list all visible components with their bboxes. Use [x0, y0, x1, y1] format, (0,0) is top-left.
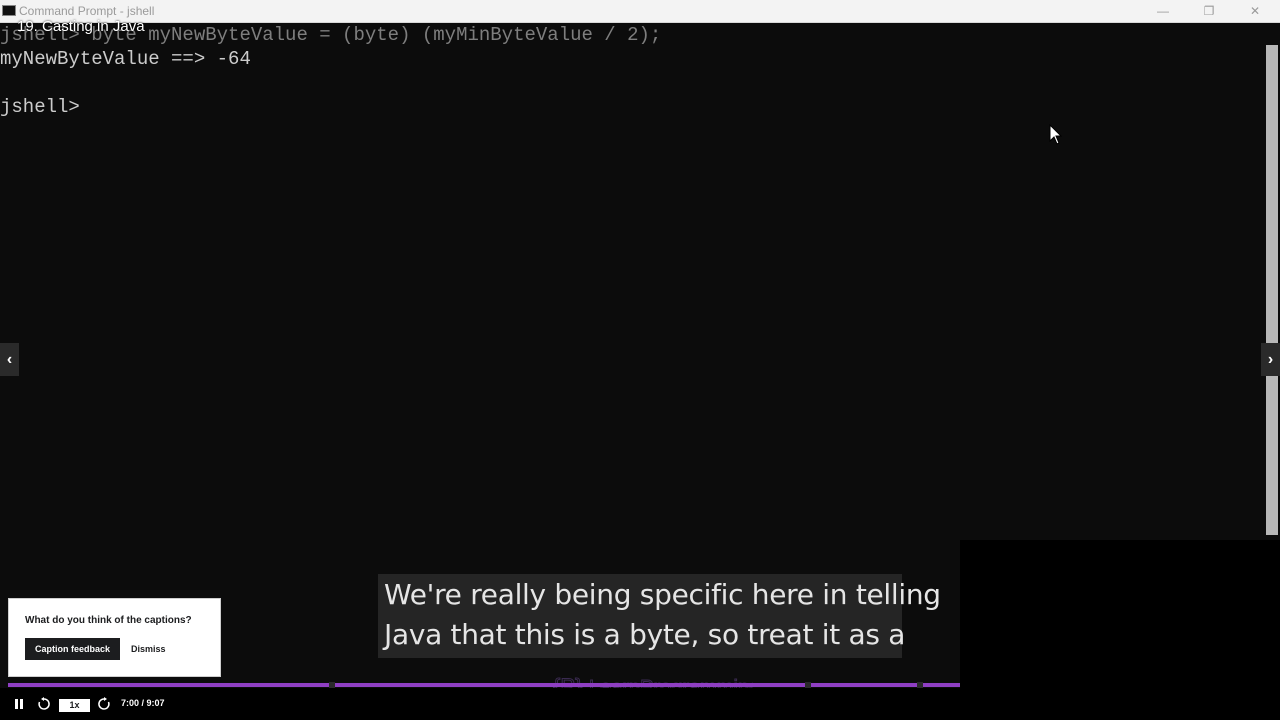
caption-line-1: We're really being specific here in tell…: [384, 578, 941, 611]
player-controls: 1x 7:00 / 9:07: [0, 688, 960, 720]
next-lecture-button[interactable]: ›: [1261, 343, 1280, 376]
window-titlebar: Command Prompt - jshell — ❐ ✕: [0, 0, 1280, 23]
terminal-area[interactable]: jshell> byte myNewByteValue = (byte) (my…: [0, 23, 1262, 540]
video-letterbox: [960, 540, 1280, 720]
caption-box: We're really being specific here in tell…: [378, 574, 941, 658]
caption-feedback-button[interactable]: Caption feedback: [25, 638, 120, 660]
caption-feedback-card: What do you think of the captions? Capti…: [8, 598, 221, 677]
terminal-prompt: jshell>: [0, 96, 80, 118]
close-icon[interactable]: ✕: [1232, 2, 1278, 20]
restore-icon[interactable]: ❐: [1186, 2, 1232, 20]
command-prompt-icon: [2, 5, 16, 16]
video-progress-bar[interactable]: [8, 683, 960, 687]
dismiss-button[interactable]: Dismiss: [131, 638, 166, 660]
caption-line-2: Java that this is a byte, so treat it as…: [384, 618, 906, 651]
mouse-cursor-icon: [1049, 124, 1063, 145]
previous-lecture-button[interactable]: ‹: [0, 343, 19, 376]
time-display: 7:00 / 9:07: [121, 698, 165, 708]
terminal-line: myNewByteValue ==> -64: [0, 48, 251, 70]
forward-icon[interactable]: [97, 697, 111, 711]
window-title: Command Prompt - jshell: [19, 4, 155, 18]
playback-speed-button[interactable]: 1x: [59, 699, 90, 712]
minimize-icon[interactable]: —: [1140, 2, 1186, 20]
rewind-icon[interactable]: [37, 697, 51, 711]
terminal-scrollbar[interactable]: [1263, 23, 1280, 540]
scrollbar-thumb[interactable]: [1266, 45, 1278, 535]
pause-icon[interactable]: [13, 698, 25, 710]
lecture-title: 19. Casting in Java: [17, 18, 145, 35]
feedback-question: What do you think of the captions?: [25, 615, 192, 626]
